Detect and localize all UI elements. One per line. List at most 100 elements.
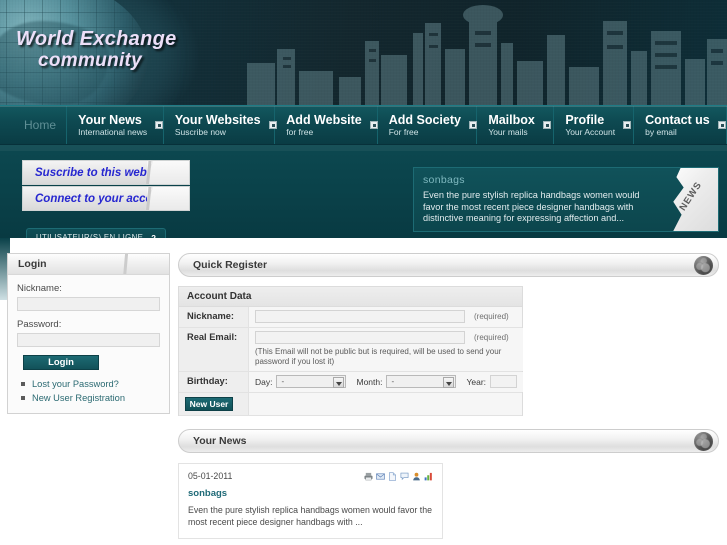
connect-account-button[interactable]: Connect to your account xyxy=(22,186,190,211)
nav-item-add-website-title: Add Website xyxy=(286,112,362,127)
chevron-down-icon xyxy=(443,377,455,388)
register-nickname-input[interactable] xyxy=(255,310,465,323)
news-item-title[interactable]: sonbags xyxy=(188,488,433,499)
account-data-table: Account Data Nickname: (required) Real E… xyxy=(178,286,524,416)
login-submit-button[interactable]: Login xyxy=(23,355,99,370)
square-dot-icon xyxy=(468,121,477,129)
password-label: Password: xyxy=(17,319,62,330)
birthday-day-label: Day: xyxy=(255,376,273,387)
nav-item-contact-us[interactable]: Contact us by email xyxy=(634,106,727,144)
nav-item-profile[interactable]: Profile Your Account xyxy=(554,106,635,144)
chevron-down-icon xyxy=(333,377,345,388)
nav-item-your-news[interactable]: Your News International news xyxy=(67,106,164,144)
square-dot-icon xyxy=(542,121,551,129)
birthday-year-input[interactable] xyxy=(490,375,518,388)
nickname-input[interactable] xyxy=(17,297,160,311)
news-item-meta: 05-01-2011 xyxy=(188,471,433,481)
torn-edge-decoration xyxy=(122,254,129,274)
register-email-input[interactable] xyxy=(255,331,465,344)
nav-item-your-websites[interactable]: Your Websites Suscribe now xyxy=(164,106,277,144)
subscribe-button[interactable]: Suscribe to this website xyxy=(22,160,190,185)
login-panel: Login Nickname: Password: Login Lost you… xyxy=(7,253,170,414)
hero-band-highlight xyxy=(0,145,727,151)
nav-item-add-website[interactable]: Add Website for free xyxy=(275,106,378,144)
nav-item-add-society-title: Add Society xyxy=(388,112,461,127)
email-required-note: (required) xyxy=(474,333,509,342)
nav-item-your-websites-title: Your Websites xyxy=(174,112,261,127)
bullet-icon xyxy=(21,382,25,386)
birthday-day-select[interactable]: - xyxy=(276,375,347,388)
lost-password-link[interactable]: Lost your Password? xyxy=(21,379,160,389)
chart-icon[interactable] xyxy=(424,472,433,481)
nickname-required-note: (required) xyxy=(474,312,509,321)
nav-item-your-websites-subtitle: Suscribe now xyxy=(174,126,226,137)
site-logo: World Exchange community xyxy=(16,28,276,72)
real-email-field-cell: (required) (This Email will not be publi… xyxy=(249,328,523,371)
your-news-header: Your News xyxy=(178,429,719,453)
nav-item-add-society[interactable]: Add Society For free xyxy=(378,106,478,144)
nav-item-home[interactable]: Home xyxy=(0,106,68,144)
new-user-button-label: New User xyxy=(189,399,229,409)
nav-item-profile-subtitle: Your Account xyxy=(565,126,616,137)
new-user-registration-link[interactable]: New User Registration xyxy=(21,393,160,403)
your-news-panel: Your News 05-01-2011 sonbags Even the pu… xyxy=(178,429,719,539)
quick-register-header: Quick Register xyxy=(178,253,719,277)
lost-password-link-label: Lost your Password? xyxy=(32,379,119,389)
nav-item-contact-us-subtitle: by email xyxy=(645,126,677,137)
news-item-date: 05-01-2011 xyxy=(188,471,233,481)
news-teaser-title: sonbags xyxy=(423,174,465,186)
birthday-month-select[interactable]: - xyxy=(386,375,457,388)
birthday-month-value: - xyxy=(391,377,395,386)
nav-item-contact-us-title: Contact us xyxy=(645,112,710,127)
globe-icon xyxy=(694,432,713,451)
main-navigation: Home Your News International news Your W… xyxy=(0,105,727,145)
birthday-field-label: Birthday: xyxy=(179,372,249,392)
brand-line-2: community xyxy=(38,50,143,72)
new-user-button-spacer xyxy=(249,393,522,415)
printer-icon[interactable] xyxy=(364,472,373,481)
login-panel-body: Nickname: Password: Login Lost your Pass… xyxy=(8,275,169,413)
site-banner: World Exchange community xyxy=(0,0,727,105)
nav-item-your-news-title: Your News xyxy=(78,112,142,127)
email-helper-note: (This Email will not be public but is re… xyxy=(255,347,502,366)
news-item-actions xyxy=(364,471,433,481)
comment-icon[interactable] xyxy=(400,472,409,481)
nickname-label: Nickname: xyxy=(17,283,62,294)
square-dot-icon xyxy=(623,121,632,129)
birthday-field-cell: Day: - Month: - Year: xyxy=(249,372,524,392)
main-column: Quick Register Account Data Nickname: (r… xyxy=(178,253,719,539)
quick-register-title: Quick Register xyxy=(193,259,268,271)
torn-edge-decoration xyxy=(145,161,189,184)
email-icon[interactable] xyxy=(376,472,385,481)
news-item-body: Even the pure stylish replica handbags w… xyxy=(188,505,433,527)
nav-item-profile-title: Profile xyxy=(565,112,605,127)
new-user-button-cell: New User xyxy=(179,393,249,415)
news-list-item[interactable]: 05-01-2011 sonbags Even the pure stylish… xyxy=(178,463,443,539)
sidebar: Login Nickname: Password: Login Lost you… xyxy=(7,253,170,414)
nav-item-mailbox-subtitle: Your mails xyxy=(488,126,528,137)
new-user-button[interactable]: New User xyxy=(185,397,233,411)
page-root: World Exchange community Home Your News … xyxy=(0,0,727,545)
login-submit-label: Login xyxy=(48,357,74,368)
birthday-day-value: - xyxy=(281,377,285,386)
table-row: Nickname: (required) xyxy=(179,307,522,328)
real-email-field-label: Real Email: xyxy=(179,328,249,371)
password-input[interactable] xyxy=(17,333,160,347)
nav-item-home-label: Home xyxy=(24,118,57,132)
login-panel-title: Login xyxy=(18,258,47,270)
nickname-field-cell: (required) xyxy=(249,307,522,327)
your-news-title: Your News xyxy=(193,435,247,447)
nav-item-mailbox[interactable]: Mailbox Your mails xyxy=(477,106,555,144)
nav-item-add-society-subtitle: For free xyxy=(388,126,419,137)
nav-item-your-news-subtitle: International news xyxy=(78,126,148,137)
table-row: Birthday: Day: - Month: - Year: xyxy=(179,372,524,393)
birthday-month-label: Month: xyxy=(356,376,383,387)
nav-item-mailbox-title: Mailbox xyxy=(488,112,535,127)
torn-edge-decoration xyxy=(145,187,189,210)
document-icon[interactable] xyxy=(388,471,397,481)
table-row: Real Email: (required) (This Email will … xyxy=(179,328,523,372)
user-icon[interactable] xyxy=(412,472,421,481)
content-area: Login Nickname: Password: Login Lost you… xyxy=(0,238,727,545)
news-teaser-card[interactable]: sonbags Even the pure stylish replica ha… xyxy=(413,167,719,232)
birthday-year-label: Year: xyxy=(466,376,487,387)
